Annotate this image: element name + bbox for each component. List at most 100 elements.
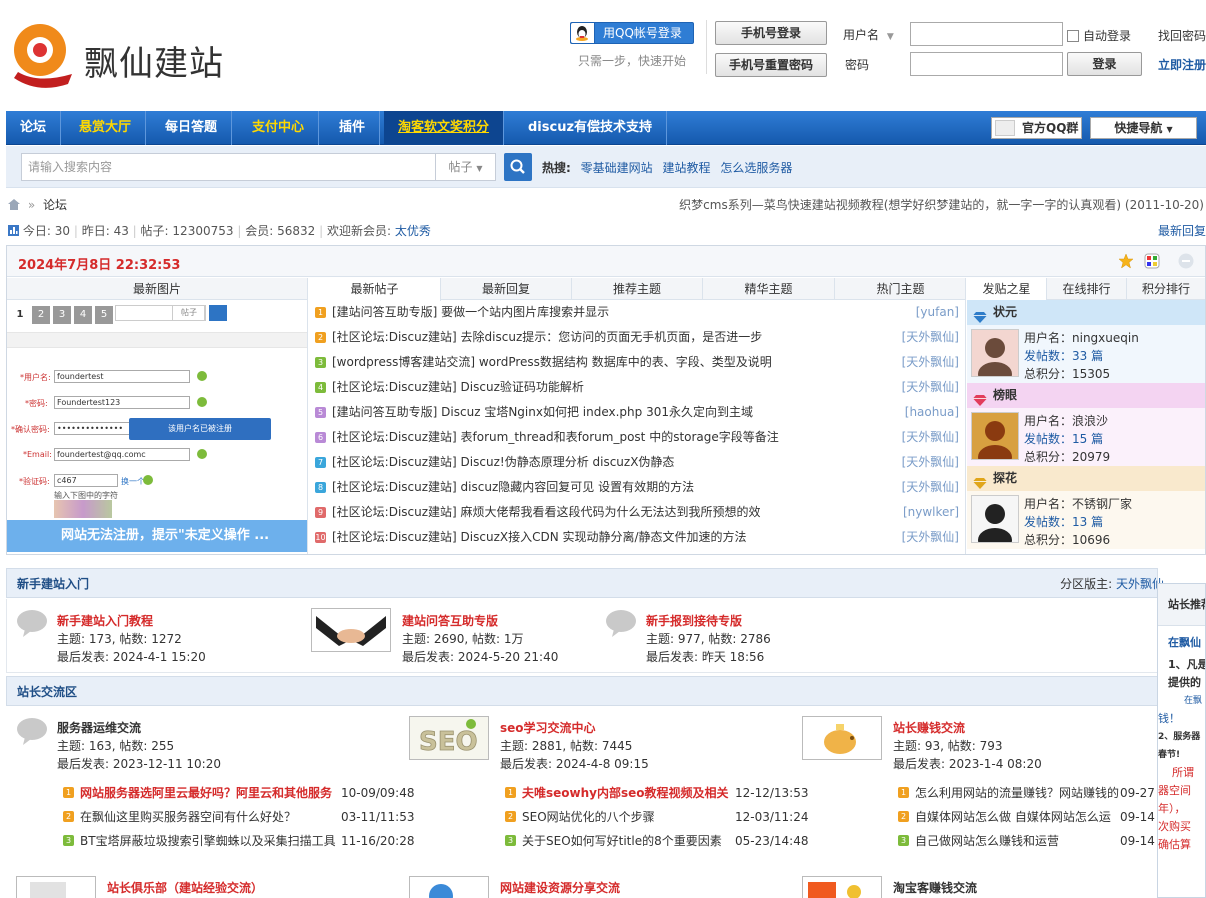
forum-last-post[interactable]: 最后发表: 2024-4-8 09:15 bbox=[500, 755, 649, 772]
image-slideshow[interactable]: 1 2 3 4 5 帖子 *用户名: foundertest *密码: Foun… bbox=[7, 300, 307, 552]
forum-last-post[interactable]: 最后发表: 2023-1-4 08:20 bbox=[893, 755, 1042, 772]
post-title[interactable]: [建站问答互助专版] Discuz 宝塔Nginx如何把 index.php 3… bbox=[332, 400, 753, 425]
avatar[interactable] bbox=[971, 495, 1019, 552]
search-type-select[interactable]: 帖子 ▼ bbox=[436, 153, 496, 181]
auto-login-checkbox[interactable]: 自动登录 bbox=[1067, 27, 1131, 44]
home-icon[interactable] bbox=[8, 199, 20, 210]
collapse-icon[interactable] bbox=[1178, 253, 1194, 269]
thread-title[interactable]: BT宝塔屏蔽垃圾搜索引擎蜘蛛以及采集扫描工具 bbox=[80, 829, 336, 853]
post-title[interactable]: [建站问答互助专版] 要做一个站内图片库搜索并显示 bbox=[332, 300, 609, 325]
post-row[interactable]: 9 [社区论坛:Discuz建站] 麻烦大佬帮我看看这段代码为什么无法达到我所预想… bbox=[309, 500, 965, 525]
post-author[interactable]: [haohua] bbox=[905, 400, 959, 425]
post-author[interactable]: [天外飘仙] bbox=[902, 450, 959, 475]
post-row[interactable]: 2 [社区论坛:Discuz建站] 去除discuz提示：您访问的页面无手机页面，… bbox=[309, 325, 965, 350]
post-row[interactable]: 3 [wordpress博客建站交流] wordPress数据结构 数据库中的表、… bbox=[309, 350, 965, 375]
forum-name[interactable]: 建站问答互助专版 bbox=[402, 612, 498, 629]
thread-title[interactable]: 关于SEO如何写好title的8个重要因素 bbox=[522, 829, 722, 853]
post-title[interactable]: [wordpress博客建站交流] wordPress数据结构 数据库中的表、字… bbox=[332, 350, 772, 375]
thread-title[interactable]: 在飘仙这里购买服务器空间有什么好处？ bbox=[80, 805, 296, 829]
username-value[interactable]: 不锈钢厂家 bbox=[1072, 497, 1132, 511]
section-header-exchange[interactable]: 站长交流区 bbox=[6, 676, 1158, 706]
nav-item-discuz-support[interactable]: discuz有偿技术支持 bbox=[514, 111, 668, 145]
post-row[interactable]: 4 [社区论坛:Discuz建站] Discuz验证码功能解析 [天外飘仙] bbox=[309, 375, 965, 400]
thread-row[interactable]: 2 SEO网站优化的八个步骤 12-03/11:24 bbox=[505, 805, 809, 829]
newest-member-link[interactable]: 太优秀 bbox=[395, 224, 431, 238]
post-title[interactable]: [社区论坛:Discuz建站] Discuz验证码功能解析 bbox=[332, 375, 584, 400]
post-author[interactable]: [天外飘仙] bbox=[902, 375, 959, 400]
forum-name[interactable]: 新手建站入门教程 bbox=[57, 612, 153, 629]
post-row[interactable]: 8 [社区论坛:Discuz建站] discuz隐藏内容回复可见 设置有效期的方法… bbox=[309, 475, 965, 500]
post-title[interactable]: [社区论坛:Discuz建站] discuz隐藏内容回复可见 设置有效期的方法 bbox=[332, 475, 694, 500]
thread-row[interactable]: 2 自媒体网站怎么做 自媒体网站怎么运 09-14 bbox=[898, 805, 1156, 829]
thread-row[interactable]: 1 夫唯seowhy内部seo教程视频及相关 12-12/13:53 bbox=[505, 781, 809, 805]
username-input[interactable] bbox=[910, 22, 1063, 46]
post-author[interactable]: [yufan] bbox=[916, 300, 959, 325]
tab-hot[interactable]: 热门主题 bbox=[835, 278, 966, 300]
quick-nav-button[interactable]: 快捷导航 ▼ bbox=[1090, 117, 1197, 139]
forum-name[interactable]: 站长赚钱交流 bbox=[893, 719, 965, 736]
forum-last-post[interactable]: 最后发表: 昨天 18:56 bbox=[646, 648, 764, 665]
forum-name[interactable]: 服务器运维交流 bbox=[57, 719, 141, 736]
thread-row[interactable]: 3 自己做网站怎么赚钱和运营 09-14 bbox=[898, 829, 1156, 853]
thread-row[interactable]: 2 在飘仙这里购买服务器空间有什么好处？ 03-11/11:53 bbox=[63, 805, 415, 829]
forum-name[interactable]: 淘宝客赚钱交流 bbox=[893, 879, 977, 896]
thread-title[interactable]: SEO网站优化的八个步骤 bbox=[522, 805, 655, 829]
phone-reset-button[interactable]: 手机号重置密码 bbox=[715, 53, 827, 77]
post-author[interactable]: [天外飘仙] bbox=[902, 475, 959, 500]
post-title[interactable]: [社区论坛:Discuz建站] Discuz!伪静态原理分析 discuzX伪静… bbox=[332, 450, 674, 475]
star-icon[interactable] bbox=[1118, 253, 1134, 269]
tab-recommended[interactable]: 推荐主题 bbox=[572, 278, 703, 300]
announcement[interactable]: 织梦cms系列—菜鸟快速建站视频教程(想学好织梦建站的，就一字一字的认真观看) … bbox=[679, 196, 1204, 213]
find-password-link[interactable]: 找回密码 bbox=[1158, 27, 1206, 44]
thread-row[interactable]: 3 关于SEO如何写好title的8个重要因素 05-23/14:48 bbox=[505, 829, 809, 853]
register-link[interactable]: 立即注册 bbox=[1158, 56, 1206, 73]
post-row[interactable]: 1 [建站问答互助专版] 要做一个站内图片库搜索并显示 [yufan] bbox=[309, 300, 965, 325]
tab-featured[interactable]: 精华主题 bbox=[703, 278, 835, 300]
username-value[interactable]: ningxueqin bbox=[1072, 331, 1139, 345]
thread-row[interactable]: 1 网站服务器选阿里云最好吗？阿里云和其他服务 10-09/09:48 bbox=[63, 781, 415, 805]
thread-row[interactable]: 1 怎么利用网站的流量赚钱？网站赚钱的 09-27 bbox=[898, 781, 1156, 805]
post-author[interactable]: [nywlker] bbox=[903, 500, 959, 525]
nav-item-daily-quiz[interactable]: 每日答题 bbox=[151, 111, 233, 145]
post-title[interactable]: [社区论坛:Discuz建站] 去除discuz提示：您访问的页面无手机页面，是… bbox=[332, 325, 762, 350]
section-header-newbie[interactable]: 新手建站入门 分区版主: 天外飘仙 bbox=[6, 568, 1164, 598]
post-row[interactable]: 6 [社区论坛:Discuz建站] 表forum_thread和表forum_po… bbox=[309, 425, 965, 450]
thread-title[interactable]: 网站服务器选阿里云最好吗？阿里云和其他服务 bbox=[80, 781, 332, 805]
slide-page-1[interactable]: 1 bbox=[11, 306, 29, 324]
qq-group-button[interactable]: 官方QQ群 bbox=[991, 117, 1082, 139]
site-logo[interactable]: 飘仙建站 bbox=[8, 14, 238, 94]
post-row[interactable]: 10 [社区论坛:Discuz建站] DiscuzX接入CDN 实现动静分离/静态… bbox=[309, 525, 965, 550]
slide-page-4[interactable]: 4 bbox=[74, 306, 92, 324]
post-author[interactable]: [天外飘仙] bbox=[902, 525, 959, 550]
phone-login-button[interactable]: 手机号登录 bbox=[715, 21, 827, 45]
post-author[interactable]: [天外飘仙] bbox=[902, 350, 959, 375]
username-value[interactable]: 浪浪沙 bbox=[1072, 414, 1108, 428]
slide-page-2[interactable]: 2 bbox=[32, 306, 50, 324]
tab-score-rank[interactable]: 积分排行 bbox=[1127, 278, 1205, 300]
tab-latest-replies[interactable]: 最新回复 bbox=[441, 278, 572, 300]
post-author[interactable]: [天外飘仙] bbox=[902, 325, 959, 350]
post-row[interactable]: 5 [建站问答互助专版] Discuz 宝塔Nginx如何把 index.php … bbox=[309, 400, 965, 425]
search-button[interactable] bbox=[504, 153, 532, 181]
forum-last-post[interactable]: 最后发表: 2024-4-1 15:20 bbox=[57, 648, 206, 665]
forum-name[interactable]: 站长俱乐部（建站经验交流） bbox=[107, 879, 263, 896]
slide-page-5[interactable]: 5 bbox=[95, 306, 113, 324]
post-title[interactable]: [社区论坛:Discuz建站] DiscuzX接入CDN 实现动静分离/静态文件… bbox=[332, 525, 747, 550]
thread-title[interactable]: 夫唯seowhy内部seo教程视频及相关 bbox=[522, 781, 729, 805]
search-input[interactable]: 请输入搜索内容 bbox=[21, 153, 436, 181]
nav-item-bounty[interactable]: 悬赏大厅 bbox=[65, 111, 147, 145]
forum-name[interactable]: 网站建设资源分享交流 bbox=[500, 879, 620, 896]
avatar[interactable] bbox=[971, 412, 1019, 469]
palette-icon[interactable] bbox=[1144, 253, 1160, 269]
post-title[interactable]: [社区论坛:Discuz建站] 麻烦大佬帮我看看这段代码为什么无法达到我所预想的… bbox=[332, 500, 761, 525]
nav-item-payment[interactable]: 支付中心 bbox=[238, 111, 320, 145]
tab-latest-posts[interactable]: 最新帖子 bbox=[309, 278, 441, 301]
forum-name[interactable]: seo学习交流中心 bbox=[500, 719, 596, 736]
nav-item-plugins[interactable]: 插件 bbox=[325, 111, 381, 145]
thread-title[interactable]: 自己做网站怎么赚钱和运营 bbox=[915, 829, 1059, 853]
qq-login-button[interactable]: 用QQ帐号登录 bbox=[570, 22, 694, 44]
hot-search-link[interactable]: 零基础建网站 bbox=[581, 161, 653, 175]
thread-title[interactable]: 自媒体网站怎么做 自媒体网站怎么运 bbox=[915, 805, 1111, 829]
thread-title[interactable]: 怎么利用网站的流量赚钱？网站赚钱的 bbox=[915, 781, 1119, 805]
forum-last-post[interactable]: 最后发表: 2024-5-20 21:40 bbox=[402, 648, 558, 665]
